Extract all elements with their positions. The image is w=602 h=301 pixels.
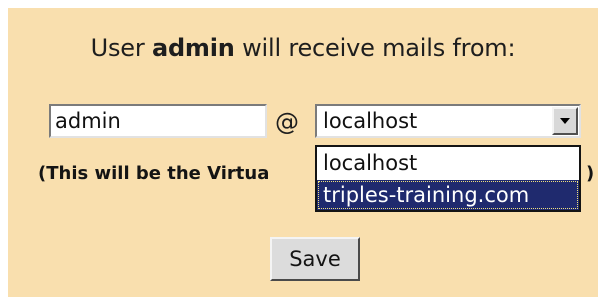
domain-option-triples-training[interactable]: triples-training.com: [317, 180, 579, 210]
save-button[interactable]: Save: [270, 237, 360, 281]
virtual-note-text: (This will be the Virtua: [38, 163, 270, 184]
page-title: User admin will receive mails from:: [8, 34, 598, 62]
at-sign-label: @: [275, 108, 299, 136]
domain-select-value: localhost: [323, 109, 418, 133]
user-name-input[interactable]: [49, 104, 267, 138]
chevron-down-icon: [560, 118, 570, 124]
heading-prefix: User: [90, 34, 152, 62]
heading-suffix: will receive mails from:: [234, 34, 516, 62]
mail-settings-panel: User admin will receive mails from: @ lo…: [8, 8, 598, 297]
domain-select[interactable]: localhost: [315, 104, 581, 138]
domain-dropdown-list: localhost triples-training.com: [315, 145, 581, 212]
heading-user-name: admin: [151, 34, 235, 62]
virtual-note-close-paren: ): [586, 163, 595, 184]
dropdown-toggle-button[interactable]: [552, 107, 578, 135]
domain-option-localhost[interactable]: localhost: [317, 148, 579, 178]
